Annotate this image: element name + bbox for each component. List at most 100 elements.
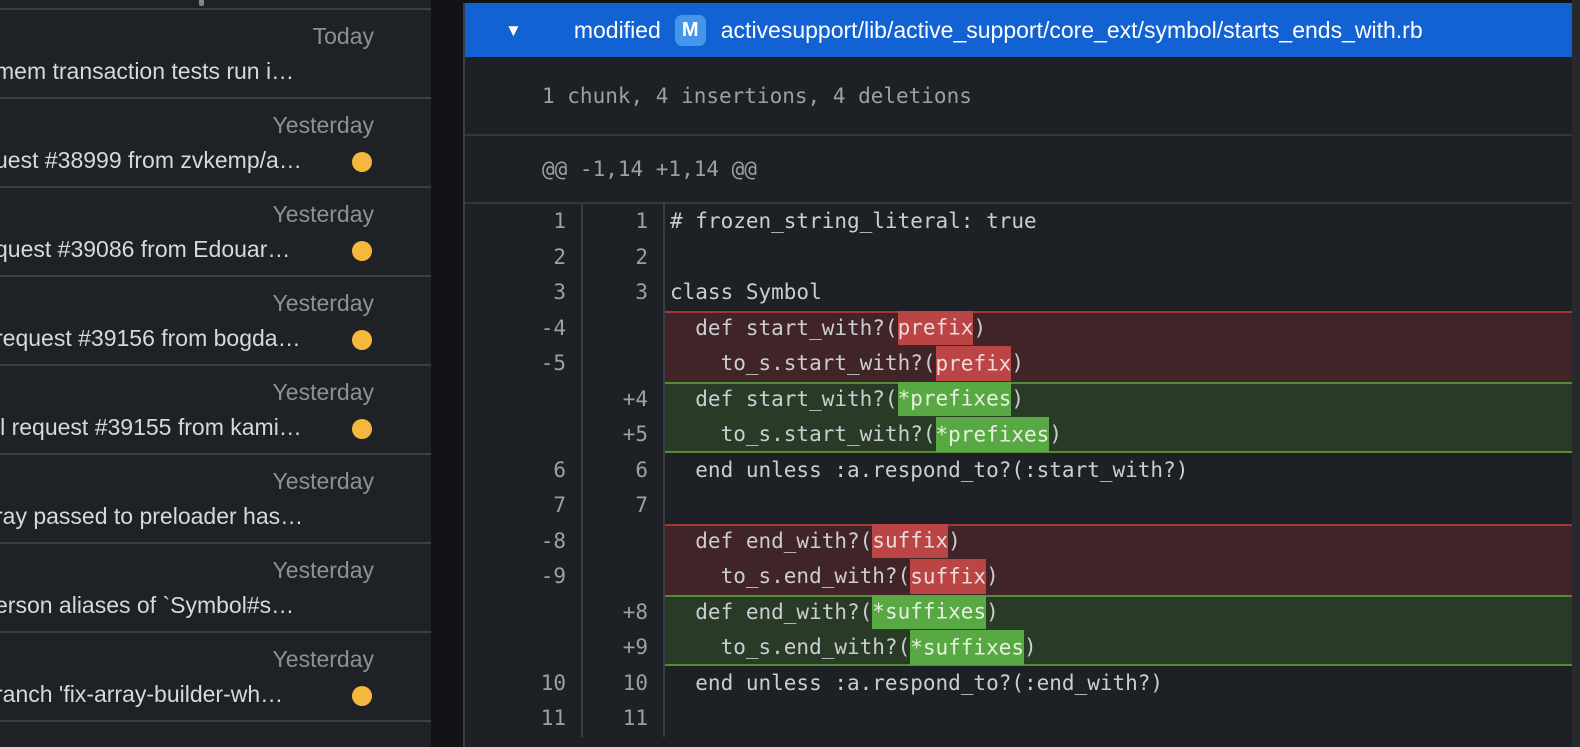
commit-date-label: Today (0, 22, 431, 51)
old-line-number: 3 (465, 275, 583, 311)
commit-indicator-dot (352, 241, 372, 261)
commit-list-item[interactable]: Yesterday ray passed to preloader has… (0, 455, 431, 544)
code-cell: def end_with?(*suffixes) (665, 595, 1572, 631)
old-line-number: 6 (465, 453, 583, 489)
old-line-number: 1 (465, 204, 583, 240)
diff-line-row: +4 def start_with?(*prefixes) (465, 382, 1572, 418)
new-line-number: 6 (583, 453, 665, 489)
code-cell: class Symbol (665, 275, 1572, 311)
commit-date-label: Yesterday (0, 645, 431, 674)
commit-list-item[interactable]: Yesterday erson aliases of `Symbol#s… (0, 544, 431, 633)
diff-line-row: 10 10 end unless :a.respond_to?(:end_wit… (465, 666, 1572, 702)
old-line-number: 7 (465, 488, 583, 524)
diff-line-row: -5 to_s.start_with?(prefix) (465, 346, 1572, 382)
commit-list-item[interactable]: Yesterday ranch 'fix-array-builder-wh… (0, 633, 431, 722)
code-cell: # frozen_string_literal: true (665, 204, 1572, 240)
diff-line-row: -4 def start_with?(prefix) (465, 311, 1572, 347)
commit-indicator-dot (352, 686, 372, 706)
old-line-number: 10 (465, 666, 583, 702)
commit-date-label: Yesterday (0, 200, 431, 229)
scrollbar-gutter (1572, 0, 1580, 747)
old-line-number: 11 (465, 701, 583, 737)
file-status-label: modified (574, 17, 661, 44)
diff-line-row: +9 to_s.end_with?(*suffixes) (465, 630, 1572, 666)
commit-list: Today mem transaction tests run i… Yeste… (0, 10, 431, 722)
old-line-number: -9 (465, 559, 583, 595)
old-line-number (465, 595, 583, 631)
diff-line-row: -9 to_s.end_with?(suffix) (465, 559, 1572, 595)
code-cell: to_s.start_with?(*prefixes) (665, 417, 1572, 453)
new-line-number: 11 (583, 701, 665, 737)
commit-message: erson aliases of `Symbol#s… (0, 590, 431, 621)
diff-line-row: 1 1 # frozen_string_literal: true (465, 204, 1572, 240)
new-line-number (583, 346, 665, 382)
new-line-number: 10 (583, 666, 665, 702)
commit-indicator-dot (352, 330, 372, 350)
file-path-label: activesupport/lib/active_support/core_ex… (721, 17, 1423, 44)
old-line-number (465, 417, 583, 453)
chunk-header-text: @@ -1,14 +1,14 @@ (542, 157, 757, 181)
diff-line-row: 6 6 end unless :a.respond_to?(:start_wit… (465, 453, 1572, 489)
code-cell: to_s.end_with?(*suffixes) (665, 630, 1572, 666)
diff-line-row: -8 def end_with?(suffix) (465, 524, 1572, 560)
new-line-number: 7 (583, 488, 665, 524)
old-line-number (465, 382, 583, 418)
old-line-number: 2 (465, 240, 583, 276)
commit-list-item[interactable]: Yesterday ll request #39155 from kami… (0, 366, 431, 455)
diff-line-row: 7 7 (465, 488, 1572, 524)
diff-panel: ▼ modified M activesupport/lib/active_su… (463, 3, 1572, 747)
commit-message: mem transaction tests run i… (0, 56, 431, 87)
collapse-triangle-icon[interactable]: ▼ (505, 22, 522, 39)
diff-line-row: +8 def end_with?(*suffixes) (465, 595, 1572, 631)
commit-list-item[interactable]: Yesterday request #39156 from bogda… (0, 277, 431, 366)
modified-status-badge: M (675, 15, 706, 46)
new-line-number (583, 311, 665, 347)
diff-line-row: 3 3 class Symbol (465, 275, 1572, 311)
commit-date-label: Yesterday (0, 556, 431, 585)
commit-list-item[interactable]: Yesterday quest #39086 from Edouar… (0, 188, 431, 277)
partial-previous-commit-row (0, 0, 431, 10)
new-line-number: +4 (583, 382, 665, 418)
commit-indicator-dot (352, 152, 372, 172)
diff-summary-row: 1 chunk, 4 insertions, 4 deletions (465, 57, 1572, 134)
code-cell: to_s.start_with?(prefix) (665, 346, 1572, 382)
diff-code-area: 1 1 # frozen_string_literal: true 2 2 3 … (465, 204, 1572, 737)
old-line-number: -4 (465, 311, 583, 347)
code-cell (665, 701, 1572, 737)
old-line-number (465, 630, 583, 666)
diff-line-row: +5 to_s.start_with?(*prefixes) (465, 417, 1572, 453)
new-line-number: 3 (583, 275, 665, 311)
commit-list-item[interactable]: Today mem transaction tests run i… (0, 10, 431, 99)
partial-text-glyph (199, 0, 204, 6)
commit-date-label: Yesterday (0, 289, 431, 318)
code-cell: def end_with?(suffix) (665, 524, 1572, 560)
code-cell: to_s.end_with?(suffix) (665, 559, 1572, 595)
commit-date-label: Yesterday (0, 467, 431, 496)
code-cell (665, 240, 1572, 276)
commit-date-label: Yesterday (0, 111, 431, 140)
diff-file-header[interactable]: ▼ modified M activesupport/lib/active_su… (465, 3, 1572, 57)
diff-summary-text: 1 chunk, 4 insertions, 4 deletions (542, 84, 972, 108)
old-line-number: -8 (465, 524, 583, 560)
new-line-number (583, 559, 665, 595)
new-line-number: 2 (583, 240, 665, 276)
code-cell: end unless :a.respond_to?(:start_with?) (665, 453, 1572, 489)
code-cell: def start_with?(prefix) (665, 311, 1572, 347)
code-cell: def start_with?(*prefixes) (665, 382, 1572, 418)
new-line-number (583, 524, 665, 560)
commit-list-item[interactable]: Yesterday uest #38999 from zvkemp/a… (0, 99, 431, 188)
new-line-number: +5 (583, 417, 665, 453)
diff-line-row: 11 11 (465, 701, 1572, 737)
commit-message: ray passed to preloader has… (0, 501, 431, 532)
new-line-number: +9 (583, 630, 665, 666)
new-line-number: 1 (583, 204, 665, 240)
commit-date-label: Yesterday (0, 378, 431, 407)
chunk-header-row: @@ -1,14 +1,14 @@ (465, 134, 1572, 204)
code-cell: end unless :a.respond_to?(:end_with?) (665, 666, 1572, 702)
old-line-number: -5 (465, 346, 583, 382)
new-line-number: +8 (583, 595, 665, 631)
commit-indicator-dot (352, 419, 372, 439)
diff-line-row: 2 2 (465, 240, 1572, 276)
commit-history-sidebar: Today mem transaction tests run i… Yeste… (0, 0, 431, 747)
code-cell (665, 488, 1572, 524)
